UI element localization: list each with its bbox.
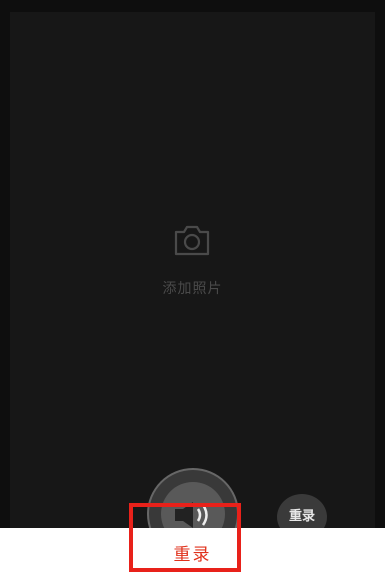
camera-icon [174,225,210,256]
add-photo-label: 添加照片 [162,281,223,297]
speaker-icon [175,502,208,528]
add-photo-button[interactable]: 添加照片 [0,222,385,302]
screen: 添加照片 重录 重录 [0,0,385,577]
rerecord-button[interactable]: 重录 [0,540,385,565]
